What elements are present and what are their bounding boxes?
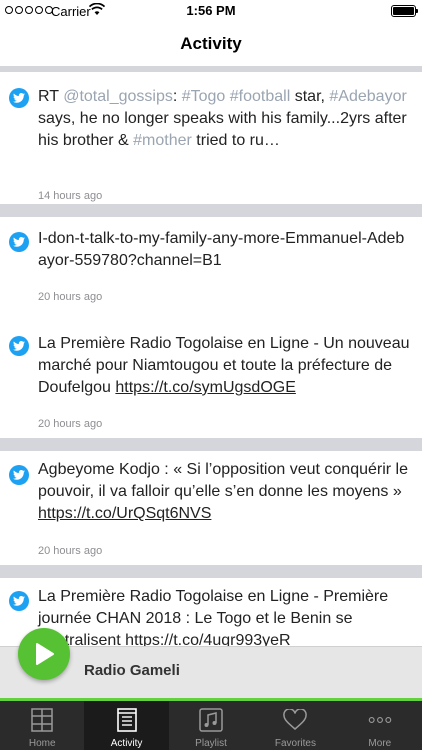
feed-item-text-segment: star, — [290, 88, 330, 105]
status-time: 1:56 PM — [186, 3, 236, 18]
tab-label: Favorites — [274, 738, 316, 749]
hashtag-link[interactable]: #Togo — [182, 88, 226, 105]
feed-item-timestamp: 20 hours ago — [38, 291, 103, 303]
tab-label: More — [368, 738, 392, 749]
page-title: Activity — [180, 34, 242, 53]
heart-icon — [283, 707, 308, 733]
tab-activity[interactable]: Activity — [84, 701, 169, 750]
hashtag-link[interactable]: #football — [230, 88, 291, 105]
tab-more[interactable]: More — [338, 701, 422, 750]
ellipsis-icon — [368, 707, 392, 733]
twitter-icon — [9, 336, 29, 356]
tab-home[interactable]: Home — [0, 701, 84, 750]
feed-item-text: La Première Radio Togolaise en Ligne - U… — [38, 333, 412, 399]
grid-icon — [30, 707, 54, 733]
tab-playlist[interactable]: Playlist — [169, 701, 253, 750]
feed-item-timestamp: 20 hours ago — [38, 418, 103, 430]
tab-label: Playlist — [195, 738, 227, 749]
play-button[interactable] — [18, 628, 70, 680]
twitter-icon — [9, 465, 29, 485]
tab-label: Home — [28, 738, 56, 749]
feed-item-timestamp: 14 hours ago — [38, 190, 103, 202]
battery-icon — [391, 5, 418, 17]
feed-item[interactable]: Agbeyome Kodjo : « Si l’opposition veut … — [0, 451, 422, 565]
station-name: Radio Gameli — [84, 662, 180, 679]
feed-item-text-segment: : — [172, 88, 182, 105]
feed-item-text: Agbeyome Kodjo : « Si l’opposition veut … — [38, 459, 412, 525]
feed-item-text: RT @total_gossips: #Togo #football star,… — [38, 86, 412, 152]
twitter-icon — [9, 232, 29, 252]
play-icon — [36, 643, 54, 665]
tab-favorites[interactable]: Favorites — [253, 701, 337, 750]
music-note-icon — [199, 707, 223, 733]
twitter-icon — [9, 591, 29, 611]
status-bar: Carrier 1:56 PM — [0, 0, 422, 22]
tab-label: Activity — [110, 738, 143, 749]
feed-item-timestamp: 20 hours ago — [38, 545, 103, 557]
feed-item[interactable]: RT @total_gossips: #Togo #football star,… — [0, 72, 422, 204]
hashtag-link[interactable]: #mother — [133, 132, 192, 149]
hashtag-link[interactable]: #Adebayor — [329, 88, 406, 105]
feed-item-text-segment: RT — [38, 88, 64, 105]
tweet-link[interactable]: https://t.co/symUgsdOGE — [115, 379, 296, 396]
twitter-icon — [9, 88, 29, 108]
tweet-link[interactable]: https://t.co/UrQSqt6NVS — [38, 505, 211, 522]
feed-item[interactable]: La Première Radio Togolaise en Ligne - U… — [0, 322, 422, 438]
mention-link[interactable]: @total_gossips — [63, 88, 173, 105]
activity-icon — [115, 707, 139, 733]
feed-item-text-segment: tried to ru… — [191, 132, 280, 149]
activity-feed[interactable]: RT @total_gossips: #Togo #football star,… — [0, 66, 422, 646]
navigation-bar: Activity — [0, 22, 422, 66]
tweet-link[interactable]: https://t.co/4uqr993yeR — [125, 632, 290, 646]
feed-item[interactable]: I-don-t-talk-to-my-family-any-more-Emman… — [0, 217, 422, 325]
feed-item-text: I-don-t-talk-to-my-family-any-more-Emman… — [38, 230, 405, 269]
tab-bar: Home Activity Playlist Favorites More — [0, 701, 422, 750]
feed-item-text-segment: Agbeyome Kodjo : « Si l’opposition veut … — [38, 461, 408, 500]
feed-item-text: La Première Radio Togolaise en Ligne - P… — [38, 586, 412, 646]
